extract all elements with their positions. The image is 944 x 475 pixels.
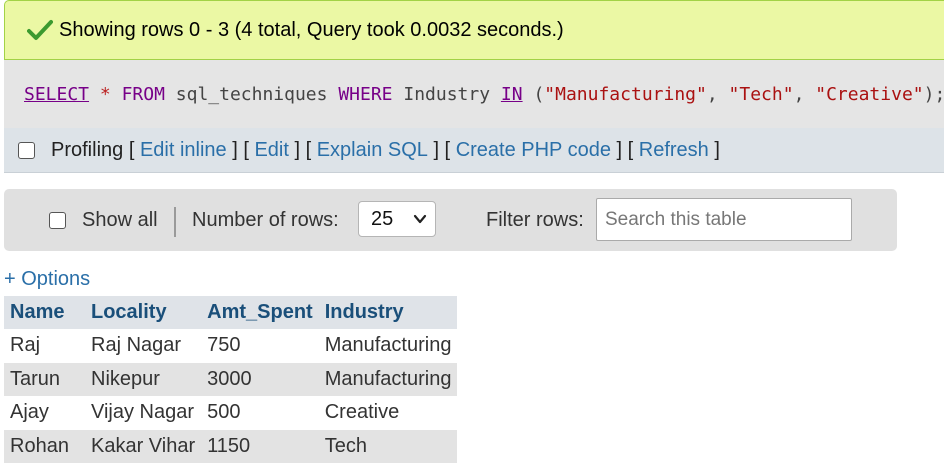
sql-keyword-from: FROM [121, 83, 165, 105]
edit-link[interactable]: Edit [254, 139, 288, 162]
rows-per-page-value: 25 [371, 207, 394, 230]
sql-keyword-where: WHERE [338, 83, 393, 105]
query-actions-bar: Profiling [ Edit inline ] [ Edit ] [ Exp… [4, 128, 944, 173]
sql-token-star: * [99, 83, 111, 105]
table-header-row: Name Locality Amt_Spent Industry [4, 296, 458, 329]
show-all-toggle[interactable]: Show all [49, 209, 158, 232]
cell-name: Rohan [4, 429, 85, 463]
cell-locality: Raj Nagar [85, 329, 202, 363]
column-header-name[interactable]: Name [4, 296, 85, 329]
sql-query-box[interactable]: SELECT * FROM sql_techniques WHERE Indus… [4, 60, 944, 128]
column-header-industry[interactable]: Industry [318, 296, 458, 329]
explain-sql-link[interactable]: Explain SQL [317, 139, 428, 162]
show-all-checkbox[interactable] [49, 211, 66, 229]
cell-industry: Manufacturing [318, 329, 458, 363]
cell-locality: Nikepur [85, 362, 202, 396]
sql-string-creative: "Creative" [815, 83, 924, 105]
cell-amt-spent: 750 [201, 329, 319, 363]
cell-amt-spent: 500 [201, 396, 319, 430]
table-row[interactable]: Ajay Vijay Nagar 500 Creative [4, 396, 458, 430]
table-row[interactable]: Tarun Nikepur 3000 Manufacturing [4, 362, 458, 396]
table-navigation-bar: Show all Number of rows: 25 Filter rows: [4, 189, 897, 251]
filter-rows-label: Filter rows: [486, 208, 584, 231]
number-of-rows-label: Number of rows: [192, 208, 339, 231]
sql-column-name: Industry [403, 83, 491, 105]
chevron-down-icon [413, 214, 427, 224]
cell-industry: Creative [318, 396, 458, 430]
table-row[interactable]: Rohan Kakar Vihar 1150 Tech [4, 429, 458, 463]
sql-comma: , [706, 83, 718, 105]
success-text: Showing rows 0 - 3 (4 total, Query took … [59, 18, 564, 41]
cell-amt-spent: 3000 [201, 362, 319, 396]
create-php-code-link[interactable]: Create PHP code [456, 139, 611, 162]
checkmark-icon [27, 20, 53, 40]
profiling-label: Profiling [51, 138, 124, 161]
cell-name: Ajay [4, 396, 85, 430]
results-table: Name Locality Amt_Spent Industry Raj Raj… [4, 296, 458, 463]
options-toggle-link[interactable]: + Options [4, 268, 90, 291]
cell-locality: Kakar Vihar [85, 429, 202, 463]
refresh-link[interactable]: Refresh [639, 139, 709, 162]
sql-paren-close: ); [923, 83, 944, 105]
edit-inline-link[interactable]: Edit inline [140, 139, 227, 162]
cell-amt-spent: 1150 [201, 429, 319, 463]
sql-comma: , [793, 83, 805, 105]
cell-name: Raj [4, 329, 85, 363]
cell-locality: Vijay Nagar [85, 396, 202, 430]
sql-paren-open: ( [533, 83, 545, 105]
profiling-checkbox[interactable] [18, 141, 35, 159]
filter-rows-input[interactable] [596, 198, 852, 241]
cell-industry: Tech [318, 429, 458, 463]
show-all-label: Show all [82, 208, 158, 231]
column-header-amt-spent[interactable]: Amt_Spent [201, 296, 319, 329]
sql-table-name: sql_techniques [175, 83, 328, 105]
sql-string-manufacturing: "Manufacturing" [544, 83, 707, 105]
sql-keyword-in: IN [500, 83, 523, 105]
divider [174, 207, 176, 237]
query-success-message: Showing rows 0 - 3 (4 total, Query took … [4, 0, 944, 60]
table-row[interactable]: Raj Raj Nagar 750 Manufacturing [4, 329, 458, 363]
sql-keyword-select: SELECT [24, 83, 90, 105]
sql-string-tech: "Tech" [728, 83, 794, 105]
cell-industry: Manufacturing [318, 362, 458, 396]
cell-name: Tarun [4, 362, 85, 396]
rows-per-page-select[interactable]: 25 [358, 201, 436, 237]
column-header-locality[interactable]: Locality [85, 296, 202, 329]
